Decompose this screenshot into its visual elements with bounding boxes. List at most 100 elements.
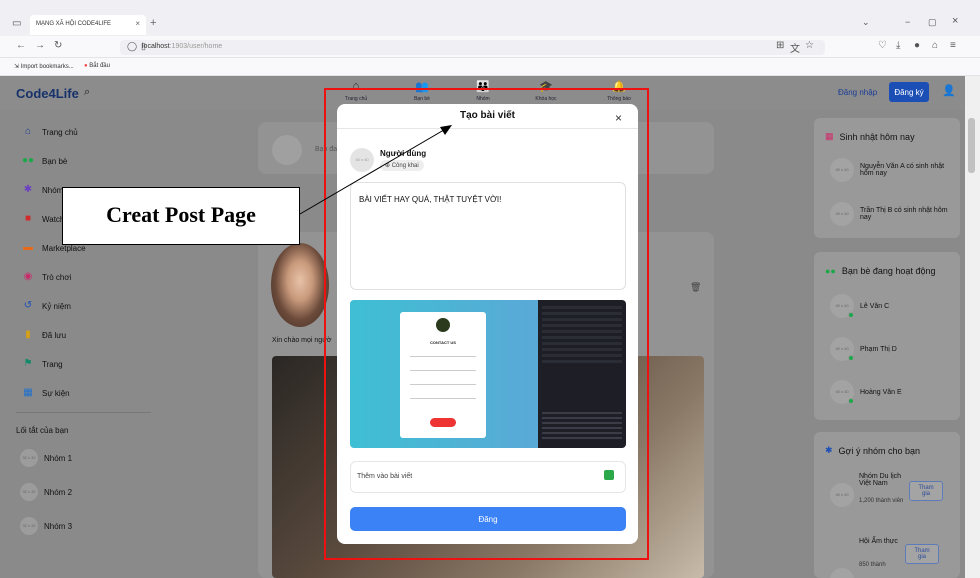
video-icon: ■ xyxy=(24,213,32,224)
sidebar-item-saved[interactable]: ▮ Đã lưu xyxy=(22,329,66,341)
modal-divider xyxy=(337,128,638,129)
composer-placeholder[interactable]: Bạn đa xyxy=(315,146,337,153)
avatar: 40 x 40 xyxy=(830,337,854,361)
history-icon: ↺ xyxy=(23,300,33,311)
gift-icon: ▦ xyxy=(825,131,834,141)
friends-icon: ●● xyxy=(825,266,836,276)
login-link[interactable]: Đăng nhập xyxy=(838,88,877,97)
post-text-input[interactable]: BÀI VIẾT HAY QUÁ, THẬT TUYỆT VỜI! xyxy=(350,182,626,290)
new-tab-button[interactable]: + xyxy=(150,17,156,29)
pocket-icon[interactable]: ♡ xyxy=(878,40,887,51)
group-suggestion-members: 1,200 thành viên xyxy=(859,498,904,504)
url-host: localhost xyxy=(142,43,170,50)
home-icon[interactable]: ⌂ xyxy=(336,80,376,92)
active-friend-item[interactable]: 40 x 40 Phạm Thị D xyxy=(830,337,897,361)
birthday-item[interactable]: 40 x 40 Nguyễn Văn A có sinh nhật hôm nay xyxy=(830,158,950,182)
register-button[interactable]: Đăng ký xyxy=(889,82,929,102)
close-icon[interactable]: × xyxy=(615,111,622,125)
translate-icon[interactable]: 文 xyxy=(790,40,800,55)
sidebar-item-home[interactable]: ⌂ Trang chủ xyxy=(22,126,78,138)
tab-list-icon[interactable]: ▭ xyxy=(12,18,21,29)
extensions-icon[interactable]: ⌂ xyxy=(932,40,938,51)
friends-icon: ●● xyxy=(22,155,35,166)
add-to-post-bar[interactable]: Thêm vào bài viết xyxy=(350,461,626,493)
sidebar-item-events[interactable]: ▦ Sự kiện xyxy=(22,387,69,399)
post-author-avatar[interactable] xyxy=(271,243,329,327)
group-suggestion-name[interactable]: Hội Ẩm thực xyxy=(859,538,899,545)
page-icon: ▯ xyxy=(141,41,146,51)
close-icon[interactable]: × xyxy=(135,19,140,28)
browser-tab-bar xyxy=(0,0,980,36)
active-friend-item[interactable]: 40 x 40 Lê Văn C xyxy=(830,294,889,318)
sidebar-item-games[interactable]: ◉ Trò chơi xyxy=(22,271,72,283)
active-friend-item[interactable]: 40 x 40 Hoàng Văn E xyxy=(830,380,902,404)
globe-icon: ⊕ xyxy=(385,163,391,169)
online-indicator xyxy=(848,355,854,361)
image-caption: CONTACT US xyxy=(430,340,456,345)
sidebar-item-pages[interactable]: ⚑ Trang xyxy=(22,358,63,370)
reader-icon[interactable]: ⊞ xyxy=(776,40,784,51)
game-icon: ◉ xyxy=(23,271,33,282)
annotation-callout: Creat Post Page xyxy=(62,187,300,245)
sidebar-item-friends[interactable]: ●● Bạn bè xyxy=(22,155,67,167)
image-icon[interactable] xyxy=(604,470,614,480)
bookmark-getting-started[interactable]: ● Bắt đầu xyxy=(84,63,110,69)
bell-icon[interactable]: 🔔 xyxy=(599,80,639,93)
minimize-button[interactable]: − xyxy=(905,17,910,27)
nav-notifications-label[interactable]: Thông báo xyxy=(594,96,644,102)
avatar: 32 x 32 xyxy=(20,517,38,535)
sidebar-item-watch[interactable]: ■ Watch xyxy=(22,213,64,225)
avatar: 40 x 40 xyxy=(830,483,854,507)
star-icon[interactable]: ☆ xyxy=(805,40,814,51)
chevron-down-icon[interactable]: ⌄ xyxy=(862,17,870,28)
bookmark-icon: ▮ xyxy=(25,329,31,340)
nav-groups-label[interactable]: Nhóm xyxy=(458,96,508,102)
group-icon: ✱ xyxy=(825,445,833,455)
nav-friends-label[interactable]: Bạn bè xyxy=(397,96,447,102)
shortcut-group-3[interactable]: 32 x 32 Nhóm 3 xyxy=(20,517,72,535)
maximize-button[interactable]: ▢ xyxy=(928,17,937,28)
store-icon: ▬ xyxy=(23,242,33,253)
browser-tab[interactable]: MẠNG XÃ HỘI CODE4LIFE × xyxy=(30,15,146,35)
group-suggestion-name[interactable]: Nhóm Du lịch Việt Nam xyxy=(859,473,905,487)
group-icon: ✱ xyxy=(23,184,33,195)
address-bar[interactable]: localhost:1903/user/home xyxy=(120,40,825,55)
active-friends-title: ●● Bạn bè đang hoạt động xyxy=(825,266,936,276)
sidebar-item-groups[interactable]: ✱ Nhóm xyxy=(22,184,64,196)
join-group-button[interactable]: Tham gia xyxy=(909,481,943,501)
nav-home-label[interactable]: Trang chủ xyxy=(331,96,381,102)
nav-courses-label[interactable]: Khóa học xyxy=(521,96,571,102)
tab-title: MẠNG XÃ HỘI CODE4LIFE xyxy=(36,21,112,27)
calendar-icon: ▦ xyxy=(23,387,33,398)
friends-icon[interactable]: 👥 xyxy=(402,80,442,93)
avatar: 32 x 32 xyxy=(20,483,38,501)
sidebar-item-memories[interactable]: ↺ Kỷ niệm xyxy=(22,300,71,312)
back-icon[interactable]: ← xyxy=(16,40,26,51)
online-indicator xyxy=(848,312,854,318)
privacy-selector[interactable]: ⊕ Công khai xyxy=(380,160,424,171)
bookmark-import[interactable]: ⇲ Import bookmarks... xyxy=(14,63,74,70)
menu-icon[interactable]: ≡ xyxy=(950,40,956,51)
avatar: 40 x 40 xyxy=(830,380,854,404)
birthday-item[interactable]: 40 x 40 Trần Thị B có sinh nhật hôm nay xyxy=(830,202,950,226)
group-icon[interactable]: 👪 xyxy=(463,80,503,93)
window-close-button[interactable]: × xyxy=(952,15,958,27)
trash-icon[interactable]: 🗑 xyxy=(690,282,701,293)
user-icon[interactable]: 👤 xyxy=(942,84,956,97)
shortcut-group-2[interactable]: 32 x 32 Nhóm 2 xyxy=(20,483,72,501)
account-icon[interactable]: ● xyxy=(914,40,920,51)
shortcut-group-1[interactable]: 32 x 32 Nhóm 1 xyxy=(20,449,72,467)
brand-logo[interactable]: Code4Life xyxy=(16,86,79,101)
attached-image[interactable]: CONTACT US xyxy=(350,300,626,448)
avatar: 40 x 40 xyxy=(830,294,854,318)
download-icon[interactable]: ⤓ xyxy=(896,40,900,51)
reload-icon[interactable]: ↻ xyxy=(54,40,62,51)
graduation-cap-icon[interactable]: 🎓 xyxy=(526,80,566,93)
forward-icon[interactable]: → xyxy=(35,40,45,51)
post-button[interactable]: Đăng xyxy=(350,507,626,531)
modal-user-name: Người dùng xyxy=(380,149,427,158)
scrollbar-thumb[interactable] xyxy=(968,118,975,173)
avatar: 40 x 40 xyxy=(830,202,854,226)
search-icon[interactable]: ⌕ xyxy=(84,86,90,99)
join-group-button[interactable]: Tham gia xyxy=(905,544,939,564)
